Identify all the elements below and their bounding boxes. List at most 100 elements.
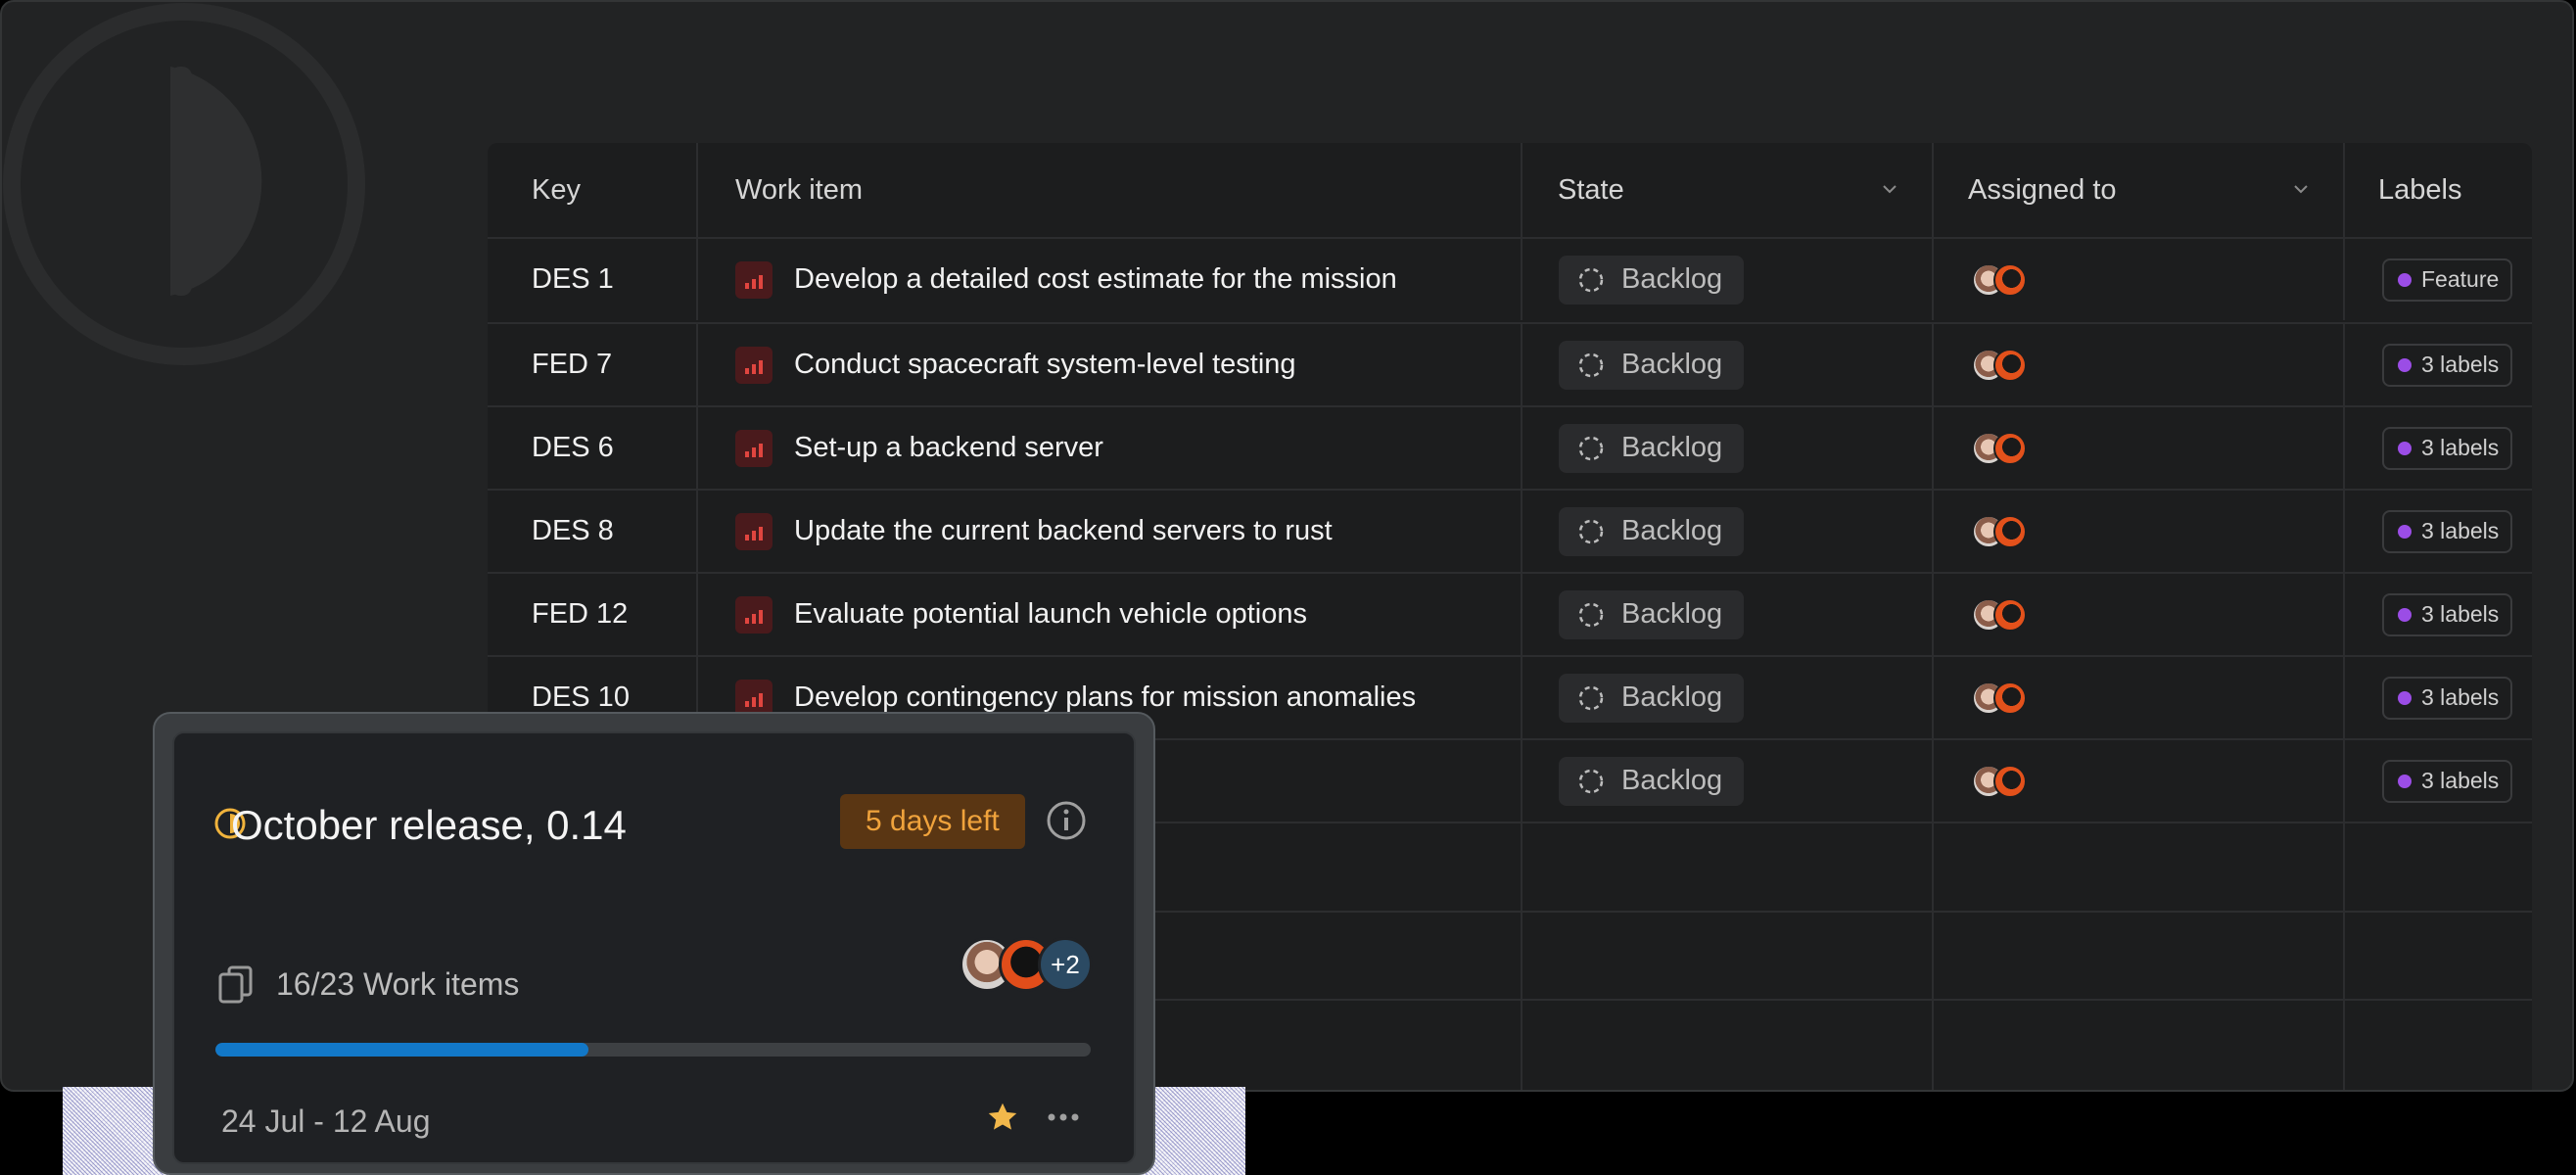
table-row[interactable]: DES 1 Develop a detailed cost estimate fo… [488,237,2532,320]
row-labels: Feature [2345,239,2532,320]
work-item-title: Conduct spacecraft system-level testing [794,349,1296,380]
column-state-label: State [1558,173,1624,206]
priority-icon[interactable] [735,429,773,467]
label-chip[interactable]: 3 labels [2382,759,2513,803]
table-row[interactable]: FED 12 Evaluate potential launch vehicle … [488,572,2532,655]
avatar [1993,597,2027,632]
column-key[interactable]: Key [488,143,698,237]
priority-icon[interactable] [735,346,773,384]
table-row[interactable]: FED 7 Conduct spacecraft system-level tes… [488,322,2532,405]
row-key[interactable]: FED 12 [488,574,698,655]
label-text: 3 labels [2421,352,2500,377]
label-text: 3 labels [2421,684,2500,710]
chevron-down-icon[interactable] [2292,180,2310,198]
empty-cell [2345,823,2532,911]
state-dropdown[interactable]: Backlog [1559,756,1745,806]
row-state: Backlog [1522,239,1934,320]
label-chip[interactable]: 3 labels [2382,426,2513,470]
row-assignees [1934,491,2345,572]
row-assignees [1934,740,2345,822]
assignee-avatars[interactable] [1972,348,2027,382]
row-work-item[interactable]: Conduct spacecraft system-level testing [698,324,1522,405]
label-dot [2398,272,2412,287]
row-work-item[interactable]: Update the current backend servers to ru… [698,491,1522,572]
row-labels: 3 labels [2345,574,2532,655]
row-work-item[interactable]: Evaluate potential launch vehicle option… [698,574,1522,655]
state-dropdown[interactable]: Backlog [1559,506,1745,556]
avatar [1993,348,2027,382]
row-key[interactable]: FED 7 [488,324,698,405]
empty-cell [1522,823,1934,911]
label-chip[interactable]: 3 labels [2382,343,2513,387]
row-work-item[interactable]: Set-up a backend server [698,407,1522,489]
work-item-title: Evaluate potential launch vehicle option… [794,598,1307,630]
empty-cell [1934,913,2345,999]
state-dropdown[interactable]: Backlog [1559,423,1745,473]
label-dot [2398,524,2412,539]
label-chip[interactable]: Feature [2382,258,2513,302]
label-chip[interactable]: 3 labels [2382,592,2513,636]
row-key[interactable]: DES 6 [488,407,698,489]
column-work-item[interactable]: Work item [698,143,1522,237]
label-chip[interactable]: 3 labels [2382,676,2513,720]
label-dot [2398,441,2412,455]
empty-cell [2345,913,2532,999]
table-row[interactable]: DES 8 Update the current backend servers … [488,489,2532,572]
label-dot [2398,774,2412,788]
avatar [1993,764,2027,798]
avatar [1993,431,2027,465]
work-item-title: Set-up a backend server [794,432,1103,463]
row-work-item[interactable]: Develop a detailed cost estimate for the… [698,239,1522,320]
table-row[interactable]: DES 6 Set-up a backend server Backlog 3 lab… [488,405,2532,489]
assignee-avatars[interactable] [1972,431,2027,465]
state-dropdown[interactable]: Backlog [1559,589,1745,639]
row-labels: 3 labels [2345,324,2532,405]
assignee-avatars[interactable] [1972,514,2027,548]
info-icon[interactable] [1046,800,1087,841]
cycle-title[interactable]: October release, 0.14 [231,802,627,849]
label-chip[interactable]: 3 labels [2382,509,2513,553]
backlog-icon [1578,602,1604,627]
cycle-card-frame: October release, 0.14 5 days left 16/23 … [153,712,1155,1175]
backlog-icon [1578,769,1604,793]
row-assignees [1934,574,2345,655]
label-dot [2398,607,2412,622]
label-text: Feature [2421,266,2500,292]
backlog-icon [1578,352,1604,377]
column-state[interactable]: State [1522,143,1934,237]
assignee-avatars[interactable] [1972,262,2027,297]
assignee-avatars[interactable] [1972,681,2027,715]
row-labels: 3 labels [2345,740,2532,822]
state-dropdown[interactable]: Backlog [1559,673,1745,723]
row-key[interactable]: DES 8 [488,491,698,572]
assignee-avatars[interactable] [1972,764,2027,798]
table-header: Key Work item State Assigned to Labels [488,143,2532,237]
column-assigned-label: Assigned to [1968,173,2117,206]
priority-icon[interactable] [735,595,773,634]
member-avatars[interactable]: +2 [960,937,1093,992]
state-dropdown[interactable]: Backlog [1559,340,1745,390]
star-icon[interactable] [985,1100,1020,1135]
backlog-icon [1578,267,1604,292]
row-assignees [1934,239,2345,320]
priority-icon[interactable] [735,512,773,550]
empty-cell [1934,823,2345,911]
avatar [1993,262,2027,297]
state-label: Backlog [1621,682,1723,713]
work-item-title: Update the current backend servers to ru… [794,515,1333,546]
work-item-title: Develop contingency plans for mission an… [794,682,1417,713]
column-labels[interactable]: Labels [2345,143,2532,237]
priority-icon[interactable] [735,679,773,717]
row-key[interactable]: DES 1 [488,239,698,320]
cycle-dates: 24 Jul - 12 Aug [221,1104,431,1139]
row-labels: 3 labels [2345,657,2532,738]
state-dropdown[interactable]: Backlog [1559,255,1745,305]
days-left-badge: 5 days left [840,794,1025,849]
assignee-avatars[interactable] [1972,597,2027,632]
chevron-down-icon[interactable] [1881,180,1898,198]
row-labels: 3 labels [2345,491,2532,572]
priority-icon[interactable] [735,260,773,299]
more-icon[interactable] [1044,1098,1083,1137]
cycle-card[interactable]: October release, 0.14 5 days left 16/23 … [172,731,1136,1164]
column-assigned-to[interactable]: Assigned to [1934,143,2345,237]
